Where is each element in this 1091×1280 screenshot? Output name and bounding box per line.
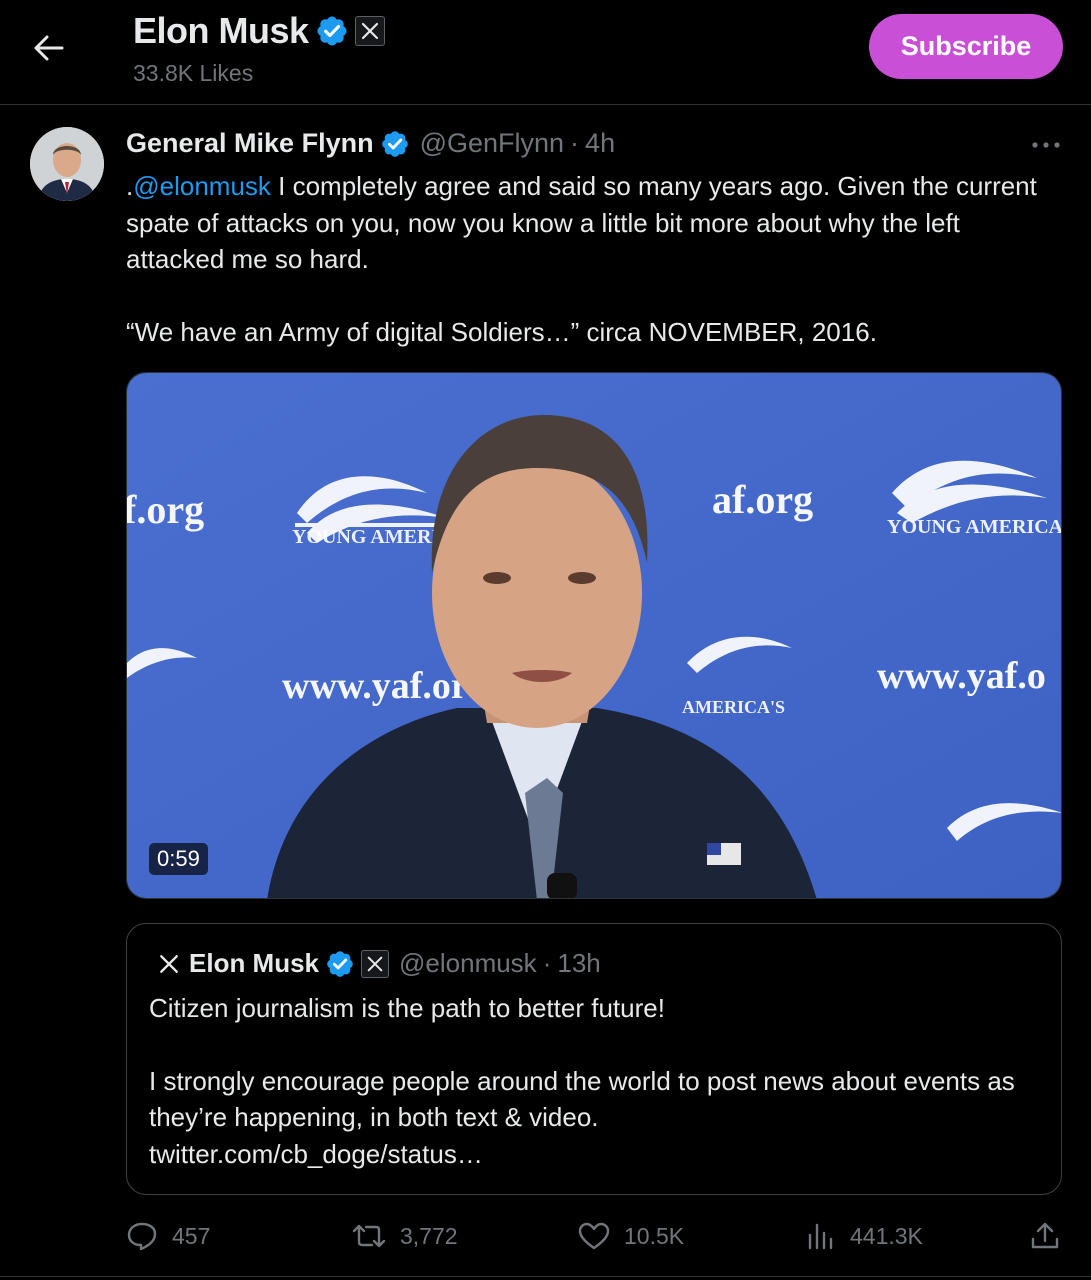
- arrow-left-icon: [34, 35, 64, 61]
- quoted-text-line: Citizen journalism is the path to better…: [149, 993, 665, 1023]
- repost-icon: [352, 1224, 386, 1248]
- x-logo-icon: [354, 16, 385, 46]
- post-body: .@elonmusk I completely agree and said s…: [126, 168, 1056, 350]
- quoted-author-name[interactable]: Elon Musk: [189, 948, 319, 979]
- x-logo-icon: [155, 950, 183, 978]
- reply-count: 457: [172, 1222, 211, 1249]
- x-logo-icon: [361, 949, 390, 978]
- quoted-timestamp[interactable]: 13h: [557, 948, 600, 979]
- back-button[interactable]: [26, 28, 72, 68]
- subscribe-button[interactable]: Subscribe: [869, 14, 1063, 79]
- verified-badge-icon: [325, 949, 355, 979]
- separator-dot: ·: [542, 948, 552, 978]
- share-icon: [1031, 1222, 1059, 1249]
- divider: [0, 1276, 1091, 1277]
- quoted-link[interactable]: twitter.com/cb_doge/status…: [149, 1136, 1029, 1173]
- share-button[interactable]: [1030, 1212, 1060, 1260]
- profile-name: Elon Musk: [133, 10, 309, 51]
- heart-icon: [578, 1222, 610, 1250]
- profile-likes-count: 33.8K Likes: [133, 60, 254, 86]
- verified-badge-icon: [315, 14, 349, 48]
- mention-link[interactable]: @elonmusk: [133, 171, 271, 201]
- views-chart-icon: [808, 1223, 833, 1250]
- more-options-button[interactable]: [1026, 130, 1066, 160]
- profile-header: Elon Musk 33.8K Likes Subscribe: [0, 0, 1091, 105]
- separator-dot: ·: [570, 128, 580, 158]
- like-count: 10.5K: [624, 1222, 685, 1249]
- views-count: 441.3K: [850, 1222, 923, 1249]
- quoted-post[interactable]: Elon Musk @elonmusk · 13h Citizen journa…: [126, 923, 1062, 1195]
- post-actions: 457 3,772 10.5K 441.3K: [0, 1212, 1091, 1262]
- svg-text:www.yaf.or: www.yaf.or: [282, 665, 468, 707]
- header-title: Elon Musk: [133, 10, 385, 52]
- repost-count: 3,772: [400, 1222, 458, 1249]
- post-author-handle[interactable]: @GenFlynn: [420, 128, 564, 159]
- post-text-line: “We have an Army of digital Soldiers…” c…: [126, 316, 877, 347]
- svg-text:AMERICA'S: AMERICA'S: [682, 697, 785, 717]
- video-duration-badge: 0:59: [149, 843, 208, 875]
- svg-text:YOUNG AMERI: YOUNG AMERI: [292, 526, 439, 548]
- reply-button[interactable]: 457: [126, 1212, 210, 1260]
- post-author-name[interactable]: General Mike Flynn: [126, 128, 374, 159]
- svg-text:f.org: f.org: [127, 487, 204, 532]
- verified-badge-icon: [380, 129, 410, 159]
- quoted-post-header: Elon Musk @elonmusk · 13h: [155, 948, 601, 979]
- avatar[interactable]: [30, 127, 104, 201]
- svg-text:YOUNG AMERICA: YOUNG AMERICA: [887, 516, 1062, 538]
- quoted-post-body: Citizen journalism is the path to better…: [149, 990, 1029, 1172]
- like-button[interactable]: 10.5K: [578, 1212, 684, 1260]
- quoted-text-line: I strongly encourage people around the w…: [149, 1065, 1023, 1133]
- more-horizontal-icon: [1032, 142, 1060, 148]
- repost-button[interactable]: 3,772: [352, 1212, 458, 1260]
- svg-text:af.org: af.org: [712, 477, 813, 522]
- svg-text:www.yaf.o: www.yaf.o: [877, 655, 1046, 697]
- video-player[interactable]: f.org af.org www.yaf.or www.yaf.o YOUNG …: [126, 372, 1062, 899]
- quoted-author-handle[interactable]: @elonmusk: [399, 948, 537, 979]
- views-button[interactable]: 441.3K: [806, 1212, 923, 1260]
- reply-icon: [127, 1222, 157, 1251]
- post-timestamp[interactable]: 4h: [585, 128, 615, 159]
- video-thumbnail: f.org af.org www.yaf.or www.yaf.o YOUNG …: [127, 373, 1062, 898]
- post-header: General Mike Flynn @GenFlynn · 4h: [126, 128, 615, 159]
